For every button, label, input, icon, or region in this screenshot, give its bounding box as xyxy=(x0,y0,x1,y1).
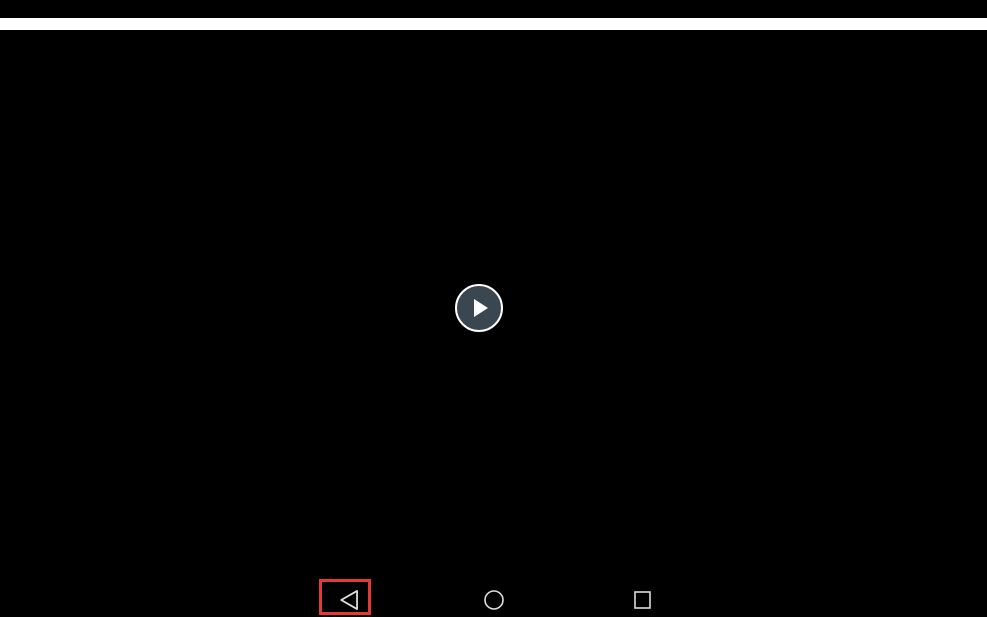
home-circle-icon xyxy=(484,590,504,610)
top-app-bar xyxy=(0,18,987,30)
play-icon xyxy=(474,299,488,317)
navigation-bar xyxy=(0,575,987,617)
back-triangle-icon xyxy=(340,590,358,610)
home-button[interactable] xyxy=(468,579,520,615)
screen xyxy=(0,0,987,617)
recents-button[interactable] xyxy=(616,579,668,615)
recents-square-icon xyxy=(634,591,651,609)
back-button[interactable] xyxy=(319,579,371,615)
play-button[interactable] xyxy=(455,284,503,332)
status-bar xyxy=(0,0,987,18)
